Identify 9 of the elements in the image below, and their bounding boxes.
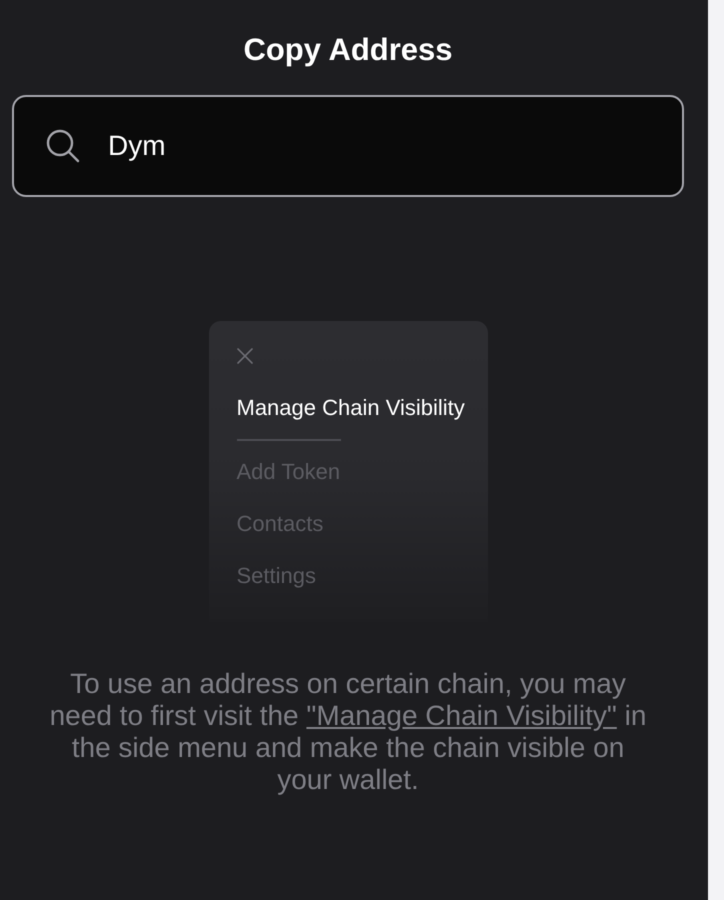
close-icon <box>236 348 252 364</box>
search-field[interactable]: Dym <box>12 95 684 197</box>
search-icon <box>46 129 80 163</box>
page-title: Copy Address <box>243 32 452 68</box>
menu-label: Contacts <box>236 511 324 536</box>
menu-label: Manage Chain Visibility <box>236 395 465 420</box>
menu-label: Settings <box>236 563 316 588</box>
hint-text: To use an address on certain chain, you may need to first visit the "Manage Chain Visibility" in the side menu and make the chain visible on your wallet. <box>48 668 648 796</box>
manage-chain-visibility-link[interactable]: "Manage Chain Visibility" <box>306 700 617 731</box>
